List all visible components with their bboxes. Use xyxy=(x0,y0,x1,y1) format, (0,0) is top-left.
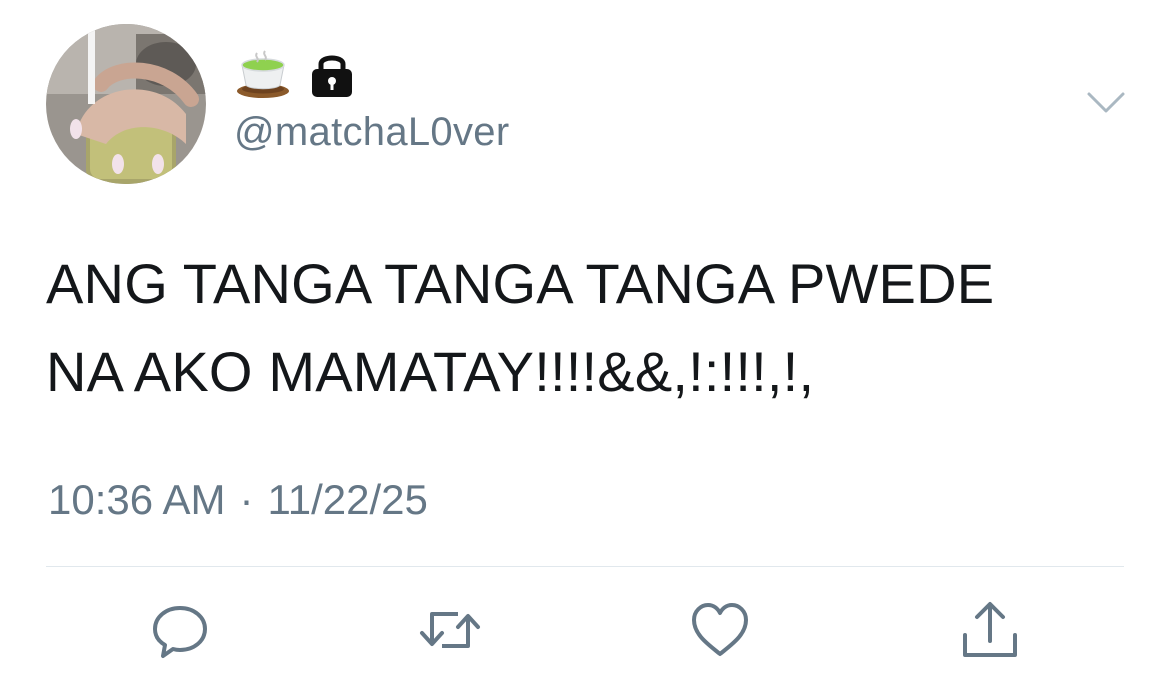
share-icon xyxy=(959,599,1021,666)
reply-button[interactable] xyxy=(148,600,212,664)
tweet-time: 10:36 AM xyxy=(48,476,226,523)
display-name[interactable] xyxy=(236,49,354,103)
chevron-down-icon[interactable] xyxy=(1086,90,1126,116)
retweet-button[interactable] xyxy=(418,600,482,664)
like-icon xyxy=(689,600,751,665)
tweet-text: ANG TANGA TANGA TANGA PWEDE NA AKO MAMAT… xyxy=(46,240,1126,416)
tweet-text-line: ANG TANGA TANGA TANGA PWEDE xyxy=(46,252,995,315)
tweet-card: @matchaL0ver ANG TANGA TANGA TANGA PWEDE… xyxy=(0,0,1170,682)
avatar[interactable] xyxy=(46,24,206,184)
reply-icon xyxy=(150,600,210,665)
like-button[interactable] xyxy=(688,600,752,664)
retweet-icon xyxy=(418,600,482,665)
tea-icon xyxy=(236,49,290,104)
timestamp: 10:36 AM · 11/22/25 xyxy=(48,476,428,524)
share-button[interactable] xyxy=(958,600,1022,664)
divider xyxy=(46,566,1124,567)
meta-separator: · xyxy=(239,476,254,523)
lock-icon xyxy=(310,50,354,103)
username-handle[interactable]: @matchaL0ver xyxy=(234,110,509,155)
tweet-text-line: NA AKO MAMATAY!!!!&&,!:!!!,!, xyxy=(46,340,815,403)
tweet-date: 11/22/25 xyxy=(267,476,428,523)
